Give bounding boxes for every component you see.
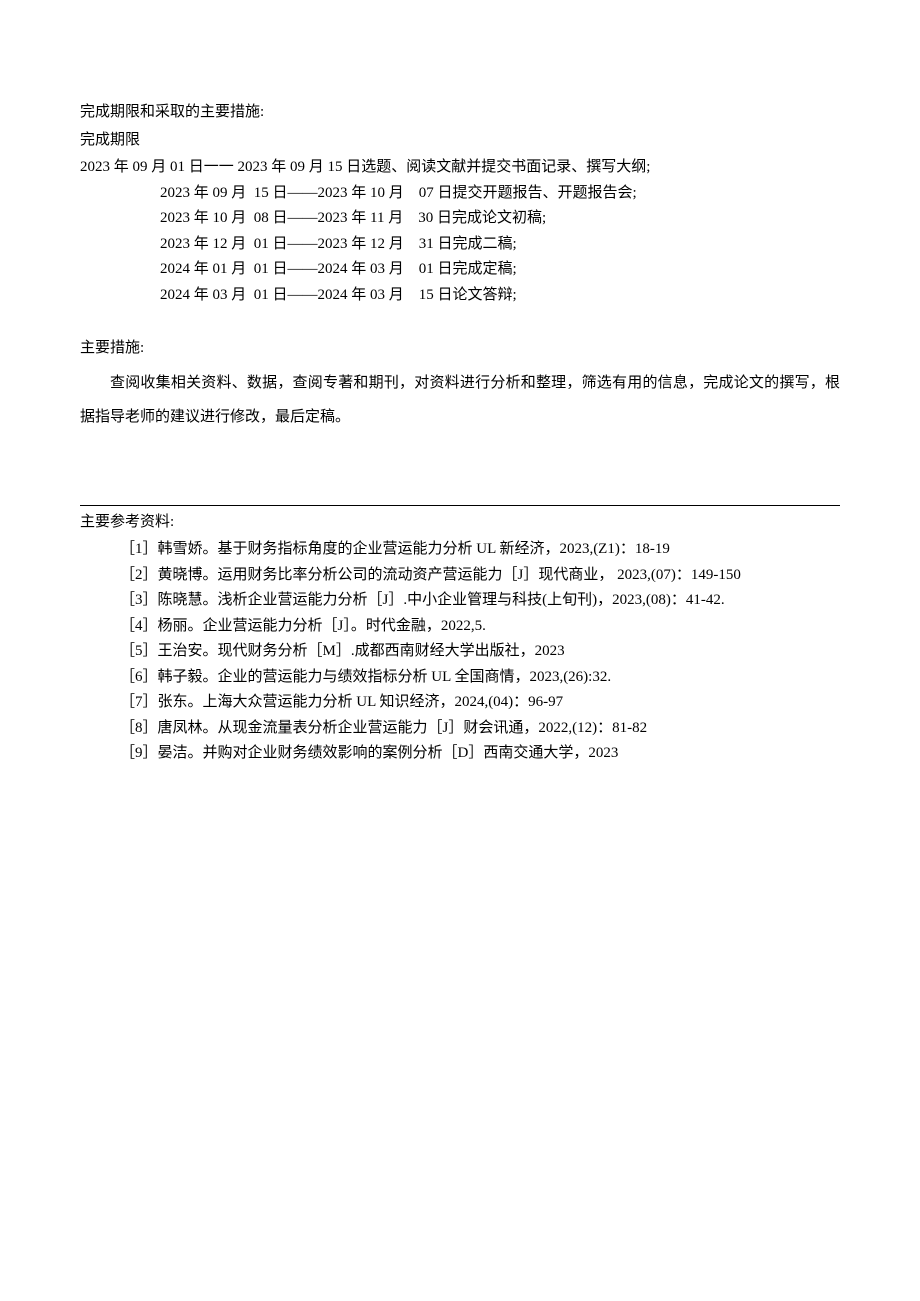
reference-item: ［6］韩子毅。企业的营运能力与绩效指标分析 UL 全国商情，2023,(26):… xyxy=(80,665,840,691)
section-deadline-title: 完成期限和采取的主要措施: xyxy=(80,100,840,126)
section-measures-title: 主要措施: xyxy=(80,336,840,362)
reference-item: ［3］陈晓慧。浅析企业营运能力分析［J］.中小企业管理与科技(上旬刊)，2023… xyxy=(80,588,840,614)
schedule-row: 2023 年 09 月 15 日——2023 年 10 月 07 日提交开题报告… xyxy=(80,181,840,207)
reference-item: ［2］黄晓博。运用财务比率分析公司的流动资产营运能力［J］现代商业， 2023,… xyxy=(80,563,840,589)
section-divider xyxy=(80,505,840,506)
reference-item: ［7］张东。上海大众营运能力分析 UL 知识经济，2024,(04)：96-97 xyxy=(80,690,840,716)
schedule-row: 2023 年 09 月 01 日一一 2023 年 09 月 15 日选题、阅读… xyxy=(80,155,840,181)
reference-item: ［1］韩雪娇。基于财务指标角度的企业营运能力分析 UL 新经济，2023,(Z1… xyxy=(80,537,840,563)
reference-item: ［5］王治安。现代财务分析［M］.成都西南财经大学出版社，2023 xyxy=(80,639,840,665)
deadline-label: 完成期限 xyxy=(80,128,840,154)
reference-item: ［8］唐凤林。从现金流量表分析企业营运能力［J］财会讯通，2022,(12)：8… xyxy=(80,716,840,742)
document-page: 完成期限和采取的主要措施: 完成期限 2023 年 09 月 01 日一一 20… xyxy=(0,0,920,1301)
schedule-row: 2023 年 12 月 01 日——2023 年 12 月 31 日完成二稿; xyxy=(80,232,840,258)
schedule-row: 2023 年 10 月 08 日——2023 年 11 月 30 日完成论文初稿… xyxy=(80,206,840,232)
measures-body-text: 查阅收集相关资料、数据，查阅专著和期刊，对资料进行分析和整理，筛选有用的信息，完… xyxy=(80,366,840,435)
reference-item: ［9］晏洁。并购对企业财务绩效影响的案例分析［D］西南交通大学，2023 xyxy=(80,741,840,767)
section-references-title: 主要参考资料: xyxy=(80,510,840,536)
schedule-row: 2024 年 03 月 01 日——2024 年 03 月 15 日论文答辩; xyxy=(80,283,840,309)
reference-item: ［4］杨丽。企业营运能力分析［J］。时代金融，2022,5. xyxy=(80,614,840,640)
schedule-row: 2024 年 01 月 01 日——2024 年 03 月 01 日完成定稿; xyxy=(80,257,840,283)
